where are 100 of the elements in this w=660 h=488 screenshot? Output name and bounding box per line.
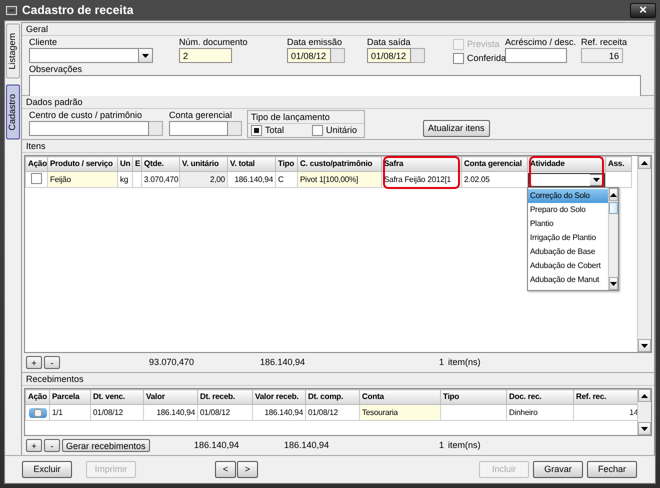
toggle-switch[interactable] xyxy=(28,408,46,418)
caret-icon xyxy=(142,54,149,58)
readonly-field[interactable]: 16 xyxy=(581,48,623,63)
table-cell: 3.070,470 xyxy=(142,172,180,188)
lookup-field[interactable] xyxy=(169,121,228,136)
scroll-up-button[interactable] xyxy=(638,156,651,169)
lookup-field[interactable] xyxy=(29,121,149,136)
checkbox[interactable] xyxy=(453,53,464,64)
dropdown-option[interactable]: Adubação de Manut xyxy=(528,273,608,287)
table-action-button[interactable]: Gerar recebimentos xyxy=(62,439,150,452)
field-label: Ref. receita xyxy=(581,37,626,48)
option-box[interactable] xyxy=(251,125,262,136)
side-tab[interactable]: Listagem xyxy=(6,24,20,79)
section-title: Recebimentos xyxy=(22,373,654,386)
item-count: 1 xyxy=(439,357,444,368)
section-title: Geral xyxy=(22,23,654,36)
column-header[interactable]: Parcela xyxy=(50,390,90,404)
table-cell: 01/08/12 xyxy=(90,404,144,420)
update-items-button[interactable]: Atualizar itens xyxy=(423,120,490,137)
table-cell: 186.140,94 xyxy=(144,404,198,420)
item-count-label: item(ns) xyxy=(448,357,481,368)
option-label: Unitário xyxy=(326,125,358,136)
action-button[interactable]: Gravar xyxy=(533,461,583,478)
total-value: 186.140,94 xyxy=(284,440,330,451)
column-header[interactable]: Valor receb. xyxy=(252,390,306,404)
scroll-down-button[interactable] xyxy=(638,339,651,352)
dropdown-option[interactable]: Correção do Solo xyxy=(528,189,608,203)
table-action-button[interactable]: - xyxy=(44,356,60,369)
checkbox[interactable] xyxy=(31,172,42,184)
caret-icon xyxy=(593,178,600,182)
column-header[interactable]: Qtde. xyxy=(142,156,180,172)
nav-button[interactable]: > xyxy=(237,461,258,478)
window-title: Cadastro de receita xyxy=(22,2,134,18)
option-label: Total xyxy=(265,125,284,136)
column-header[interactable]: Ass. xyxy=(606,156,632,172)
table-cell: 186.140,94 xyxy=(228,172,276,188)
table-cell: Tesouraria xyxy=(360,404,440,420)
table-action-button[interactable]: - xyxy=(44,439,60,452)
dropdown-option[interactable]: Preparo do Solo xyxy=(528,203,608,217)
checkbox-label: Conferida xyxy=(467,53,506,64)
text-field[interactable]: 2 xyxy=(179,48,232,63)
close-button[interactable]: × xyxy=(630,2,656,18)
column-header[interactable]: Valor xyxy=(144,390,198,404)
field-label: Acréscimo / desc. xyxy=(505,37,578,48)
scrollbar[interactable] xyxy=(608,188,618,290)
column-header[interactable]: Conta xyxy=(360,390,440,404)
table-cell: Pivot 1[100,00%] xyxy=(298,172,382,188)
lookup-button[interactable] xyxy=(149,121,163,136)
table-cell: Feijão xyxy=(48,172,118,188)
action-button[interactable]: Excluir xyxy=(22,461,72,478)
column-header[interactable]: Un xyxy=(118,156,132,172)
column-header[interactable]: V. total xyxy=(228,156,276,172)
lookup-button[interactable] xyxy=(228,121,242,136)
scroll-down-button[interactable] xyxy=(609,277,618,290)
side-tab[interactable]: Cadastro xyxy=(6,84,20,140)
dropdown-option[interactable]: Adubação de Base xyxy=(528,245,608,259)
scroll-up-button[interactable] xyxy=(609,188,618,201)
date-picker-button[interactable] xyxy=(411,48,425,63)
date-field[interactable]: 01/08/12 xyxy=(287,48,331,63)
column-header[interactable]: Tipo xyxy=(276,156,298,172)
text-field[interactable] xyxy=(505,48,567,63)
triangle-down-icon xyxy=(610,282,617,286)
scrollbar-thumb[interactable] xyxy=(609,202,618,214)
total-value: 186.140,94 xyxy=(260,357,306,368)
column-header[interactable]: Tipo xyxy=(440,390,506,404)
field-label: Cliente xyxy=(29,37,58,48)
dropdown-option[interactable]: Plantio xyxy=(528,217,608,231)
triangle-up-icon xyxy=(641,160,648,164)
column-header[interactable]: Dt. receb. xyxy=(198,390,252,404)
scrollbar[interactable] xyxy=(637,156,651,352)
column-header[interactable]: Dt. venc. xyxy=(90,390,144,404)
table-cell: 2.02.05 xyxy=(462,172,528,188)
dropdown-button[interactable] xyxy=(139,48,153,63)
triangle-up-icon xyxy=(610,192,617,196)
combo-field[interactable] xyxy=(29,48,139,63)
column-header[interactable]: Ação xyxy=(26,156,48,172)
table-cell: Dinheiro xyxy=(506,404,574,420)
scroll-up-button[interactable] xyxy=(638,389,651,402)
dropdown-option[interactable]: Irrigação de Plantio xyxy=(528,231,608,245)
column-header[interactable]: Ação xyxy=(26,390,50,404)
field-label: Conta gerencial xyxy=(169,110,234,121)
table-action-button[interactable]: + xyxy=(26,439,42,452)
date-field[interactable]: 01/08/12 xyxy=(367,48,411,63)
date-picker-button[interactable] xyxy=(331,48,345,63)
notes-field[interactable] xyxy=(29,75,641,98)
column-header[interactable]: Doc. rec. xyxy=(506,390,574,404)
scroll-down-button[interactable] xyxy=(638,422,651,435)
column-header[interactable]: V. unitário xyxy=(180,156,228,172)
table-cell: 01/08/12 xyxy=(306,404,360,420)
column-header[interactable]: Produto / serviço xyxy=(48,156,118,172)
column-header[interactable]: Conta gerencial xyxy=(462,156,528,172)
column-header[interactable]: Dt. comp. xyxy=(306,390,360,404)
window-menu-icon[interactable] xyxy=(6,6,17,14)
triangle-down-icon xyxy=(641,344,648,348)
scrollbar[interactable] xyxy=(637,389,651,435)
nav-button[interactable]: < xyxy=(215,461,236,478)
dropdown-option[interactable]: Adubação de Cobert xyxy=(528,259,608,273)
action-button[interactable]: Fechar xyxy=(587,461,637,478)
column-header[interactable]: C. custo/patrimônio xyxy=(298,156,382,172)
table-action-button[interactable]: + xyxy=(26,356,42,369)
